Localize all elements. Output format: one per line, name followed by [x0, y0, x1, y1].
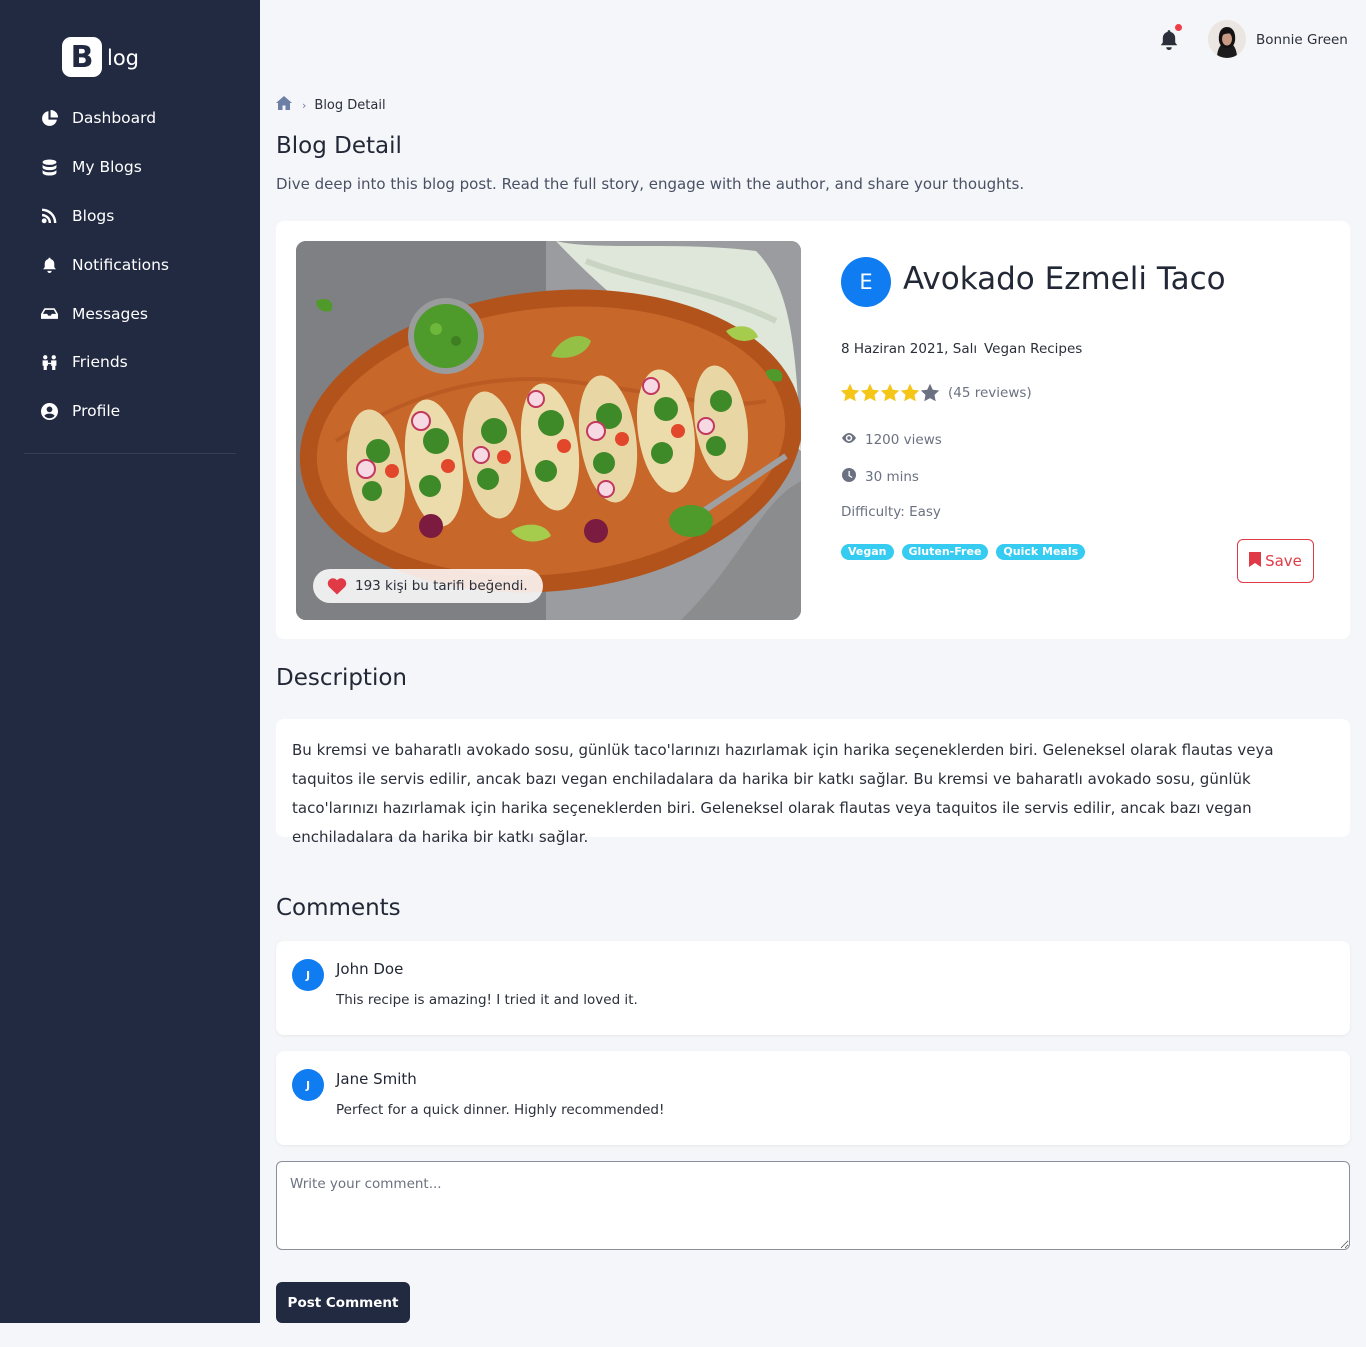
tag-gluten-free[interactable]: Gluten-Free — [901, 544, 989, 560]
star-row — [840, 383, 940, 402]
heart-icon — [327, 577, 347, 595]
commenter-name[interactable]: Jane Smith — [336, 1070, 417, 1088]
likes-text: 193 kişi bu tarifi beğendi. — [355, 578, 528, 594]
page-title: Blog Detail — [276, 133, 402, 159]
breadcrumb-current: Blog Detail — [314, 97, 386, 113]
sidebar-item-friends[interactable]: Friends — [0, 338, 260, 387]
sidebar-item-notifications[interactable]: Notifications — [0, 240, 260, 289]
sidebar-item-label: Friends — [72, 353, 128, 372]
user-name[interactable]: Bonnie Green — [1256, 32, 1348, 48]
commenter-name[interactable]: John Doe — [336, 960, 403, 978]
sidebar-item-blogs[interactable]: Blogs — [0, 192, 260, 241]
post-date: 8 Haziran 2021, Salı — [841, 341, 978, 357]
comment-item: J Jane Smith Perfect for a quick dinner.… — [276, 1051, 1350, 1145]
star-icon — [840, 383, 860, 402]
bookmark-icon — [1249, 551, 1265, 571]
star-icon — [900, 383, 920, 402]
sidebar-item-label: Profile — [72, 402, 121, 421]
sidebar: B log Dashboard My Blogs Blogs Notificat… — [0, 0, 260, 1323]
sidebar-item-label: Dashboard — [72, 109, 157, 128]
tag-vegan[interactable]: Vegan — [841, 544, 894, 560]
star-icon — [880, 383, 900, 402]
comment-input[interactable] — [276, 1161, 1350, 1250]
sidebar-item-label: Notifications — [72, 255, 170, 274]
commenter-avatar[interactable]: J — [292, 1069, 324, 1101]
bell-icon — [40, 256, 58, 274]
logo-text: log — [107, 46, 140, 70]
post-category[interactable]: Vegan Recipes — [984, 341, 1082, 357]
commenter-avatar[interactable]: J — [292, 959, 324, 991]
duration-text: 30 mins — [865, 469, 919, 485]
difficulty-text: Difficulty: Easy — [841, 504, 941, 520]
breadcrumb: › Blog Detail — [276, 96, 386, 114]
blog-detail-card: 193 kişi bu tarifi beğendi. E Avokado Ez… — [276, 221, 1350, 639]
sidebar-item-my-blogs[interactable]: My Blogs — [0, 143, 260, 192]
brand-logo[interactable]: B log — [62, 37, 139, 77]
sidebar-item-label: Messages — [72, 304, 149, 323]
description-text: Bu kremsi ve baharatlı avokado sosu, gün… — [292, 741, 1274, 846]
sidebar-divider — [24, 453, 236, 454]
tag-list: Vegan Gluten-Free Quick Meals — [841, 544, 1093, 560]
post-title: Avokado Ezmeli Taco — [903, 261, 1226, 297]
home-icon[interactable] — [276, 96, 292, 114]
page-subtitle: Dive deep into this blog post. Read the … — [276, 175, 1025, 193]
tag-quick-meals[interactable]: Quick Meals — [996, 544, 1086, 560]
user-circle-icon — [40, 402, 58, 420]
sidebar-item-messages[interactable]: Messages — [0, 289, 260, 338]
database-icon — [40, 158, 58, 176]
reviews-count[interactable]: (45 reviews) — [948, 385, 1032, 401]
star-icon — [920, 383, 940, 402]
logo-mark: B — [62, 37, 102, 77]
author-avatar[interactable]: E — [841, 257, 891, 307]
description-heading: Description — [276, 665, 407, 691]
bell-icon — [1158, 30, 1180, 54]
rss-icon — [40, 207, 58, 225]
star-icon — [860, 383, 880, 402]
recipe-image: 193 kişi bu tarifi beğendi. — [296, 241, 801, 620]
description-card: Bu kremsi ve baharatlı avokado sosu, gün… — [276, 719, 1350, 846]
comment-text: Perfect for a quick dinner. Highly recom… — [336, 1102, 665, 1118]
sidebar-item-label: My Blogs — [72, 158, 142, 177]
comments-heading: Comments — [276, 895, 401, 921]
comment-item: J John Doe This recipe is amazing! I tri… — [276, 941, 1350, 1035]
clock-icon — [841, 467, 865, 487]
pie-chart-icon — [40, 109, 58, 127]
views-meta: 1200 views — [841, 430, 942, 450]
post-comment-button[interactable]: Post Comment — [276, 1282, 410, 1323]
duration-meta: 30 mins — [841, 467, 919, 487]
sidebar-item-label: Blogs — [72, 206, 115, 225]
rating-stars: (45 reviews) — [840, 383, 1032, 402]
sidebar-item-profile[interactable]: Profile — [0, 387, 260, 436]
save-label: Save — [1265, 552, 1302, 570]
sidebar-item-dashboard[interactable]: Dashboard — [0, 94, 260, 143]
chevron-right-icon: › — [302, 98, 307, 112]
inbox-icon — [40, 305, 58, 323]
sidebar-nav: Dashboard My Blogs Blogs Notifications M… — [0, 94, 260, 436]
views-count: 1200 views — [865, 432, 942, 448]
eye-icon — [841, 430, 865, 450]
notifications-bell[interactable] — [1158, 24, 1182, 54]
people-icon — [40, 353, 58, 371]
user-avatar[interactable] — [1208, 20, 1246, 58]
save-button[interactable]: Save — [1237, 539, 1314, 583]
unread-indicator — [1175, 24, 1182, 31]
comment-text: This recipe is amazing! I tried it and l… — [336, 992, 638, 1008]
likes-pill[interactable]: 193 kişi bu tarifi beğendi. — [313, 569, 543, 603]
